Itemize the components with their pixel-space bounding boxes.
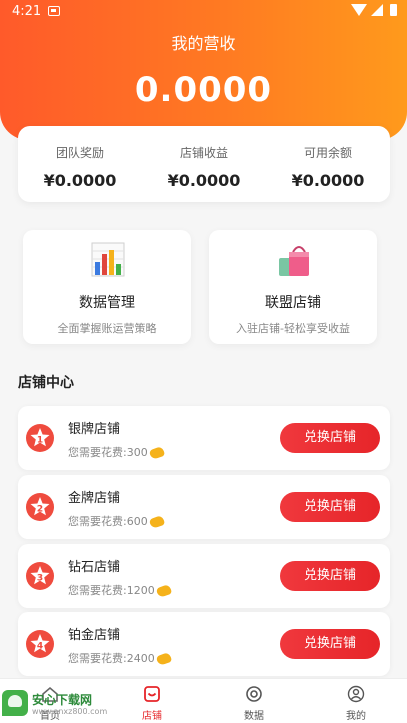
redeem-shop-button[interactable]: 兑换店铺 bbox=[280, 629, 380, 659]
rank-star-badge-icon: 1 bbox=[26, 424, 54, 452]
shop-item-diamond: 3 钻石店铺 您需要花费:1200 兑换店铺 bbox=[18, 544, 390, 608]
shop-cost-text: 您需要花费:300 bbox=[68, 446, 148, 459]
watermark-text: 安心下载网 bbox=[32, 693, 93, 707]
shop-item-silver: 1 银牌店铺 您需要花费:300 兑换店铺 bbox=[18, 406, 390, 470]
shop-name: 铂金店铺 bbox=[68, 628, 121, 643]
shop-item-gold: 2 金牌店铺 您需要花费:600 兑换店铺 bbox=[18, 475, 390, 539]
shop-cost: 您需要花费:2400 bbox=[68, 650, 172, 667]
rank-star-badge-icon: 3 bbox=[26, 562, 54, 590]
sim-card-icon bbox=[48, 6, 60, 16]
shop-cost-text: 您需要花费:2400 bbox=[68, 652, 155, 665]
stat-value: ¥0.0000 bbox=[167, 171, 241, 190]
watermark-heart-icon bbox=[2, 690, 28, 716]
bar-chart-icon bbox=[91, 242, 125, 277]
shop-cost: 您需要花费:1200 bbox=[68, 582, 172, 599]
rank-star-badge-icon: 2 bbox=[26, 493, 54, 521]
shop-cost: 您需要花费:600 bbox=[68, 513, 165, 530]
tab-shop[interactable]: 店铺 bbox=[112, 679, 192, 723]
revenue-stats-card: 团队奖励 ¥0.0000 店铺收益 ¥0.0000 可用余额 ¥0.0000 bbox=[18, 126, 390, 202]
watermark-url: www.anxz800.com bbox=[32, 707, 108, 716]
shop-cost: 您需要花费:300 bbox=[68, 444, 165, 461]
shop-cost-text: 您需要花费:600 bbox=[68, 515, 148, 528]
coin-icon bbox=[155, 651, 172, 667]
rank-star-badge-icon: 4 bbox=[26, 630, 54, 658]
feature-title: 联盟店铺 bbox=[265, 295, 321, 311]
shop-cost-text: 您需要花费:1200 bbox=[68, 584, 155, 597]
stat-available-balance: 可用余额 ¥0.0000 bbox=[266, 126, 390, 202]
redeem-shop-button[interactable]: 兑换店铺 bbox=[280, 423, 380, 453]
feature-title: 数据管理 bbox=[79, 295, 135, 311]
feature-subtitle: 入驻店铺-轻松享受收益 bbox=[236, 322, 350, 335]
tab-data[interactable]: 数据 bbox=[214, 679, 294, 723]
stat-shop-income: 店铺收益 ¥0.0000 bbox=[142, 126, 266, 202]
rank-number: 4 bbox=[37, 642, 43, 652]
shop-name: 钻石店铺 bbox=[68, 560, 121, 575]
stat-value: ¥0.0000 bbox=[43, 171, 117, 190]
stat-value: ¥0.0000 bbox=[291, 171, 365, 190]
redeem-shop-button[interactable]: 兑换店铺 bbox=[280, 561, 380, 591]
feature-subtitle: 全面掌握账运营策略 bbox=[57, 322, 157, 335]
status-bar: 4:21 bbox=[0, 0, 407, 24]
stat-label: 店铺收益 bbox=[179, 146, 228, 160]
rank-number: 2 bbox=[37, 505, 43, 515]
wifi-icon bbox=[351, 4, 367, 16]
shop-name: 银牌店铺 bbox=[68, 422, 121, 437]
rank-number: 1 bbox=[37, 436, 43, 446]
stat-label: 可用余额 bbox=[303, 146, 352, 160]
coin-icon bbox=[148, 514, 165, 530]
stat-team-reward: 团队奖励 ¥0.0000 bbox=[18, 126, 142, 202]
profile-icon bbox=[347, 685, 365, 703]
redeem-shop-button[interactable]: 兑换店铺 bbox=[280, 492, 380, 522]
total-revenue: 0.0000 bbox=[134, 70, 273, 110]
tab-profile[interactable]: 我的 bbox=[316, 679, 396, 723]
tab-label: 店铺 bbox=[142, 711, 162, 722]
coin-icon bbox=[148, 445, 165, 461]
tab-label: 我的 bbox=[346, 711, 366, 722]
shop-icon bbox=[144, 686, 160, 702]
data-management-card[interactable]: 数据管理 全面掌握账运营策略 bbox=[23, 230, 191, 344]
status-time: 4:21 bbox=[12, 4, 42, 19]
shop-name: 金牌店铺 bbox=[68, 491, 121, 506]
shop-item-platinum: 4 铂金店铺 您需要花费:2400 兑换店铺 bbox=[18, 612, 390, 676]
section-title: 店铺中心 bbox=[18, 375, 74, 391]
rank-number: 3 bbox=[37, 574, 43, 584]
coin-icon bbox=[155, 583, 172, 599]
tab-label: 数据 bbox=[244, 711, 264, 722]
shopping-bag-icon bbox=[279, 246, 309, 276]
stat-label: 团队奖励 bbox=[55, 146, 104, 160]
watermark-logo: 安心下载网 www.anxz800.com bbox=[2, 690, 110, 720]
signal-icon bbox=[371, 4, 383, 16]
battery-icon bbox=[390, 4, 397, 16]
data-icon bbox=[246, 686, 262, 702]
page-title: 我的营收 bbox=[171, 34, 236, 53]
alliance-shop-card[interactable]: 联盟店铺 入驻店铺-轻松享受收益 bbox=[209, 230, 377, 344]
